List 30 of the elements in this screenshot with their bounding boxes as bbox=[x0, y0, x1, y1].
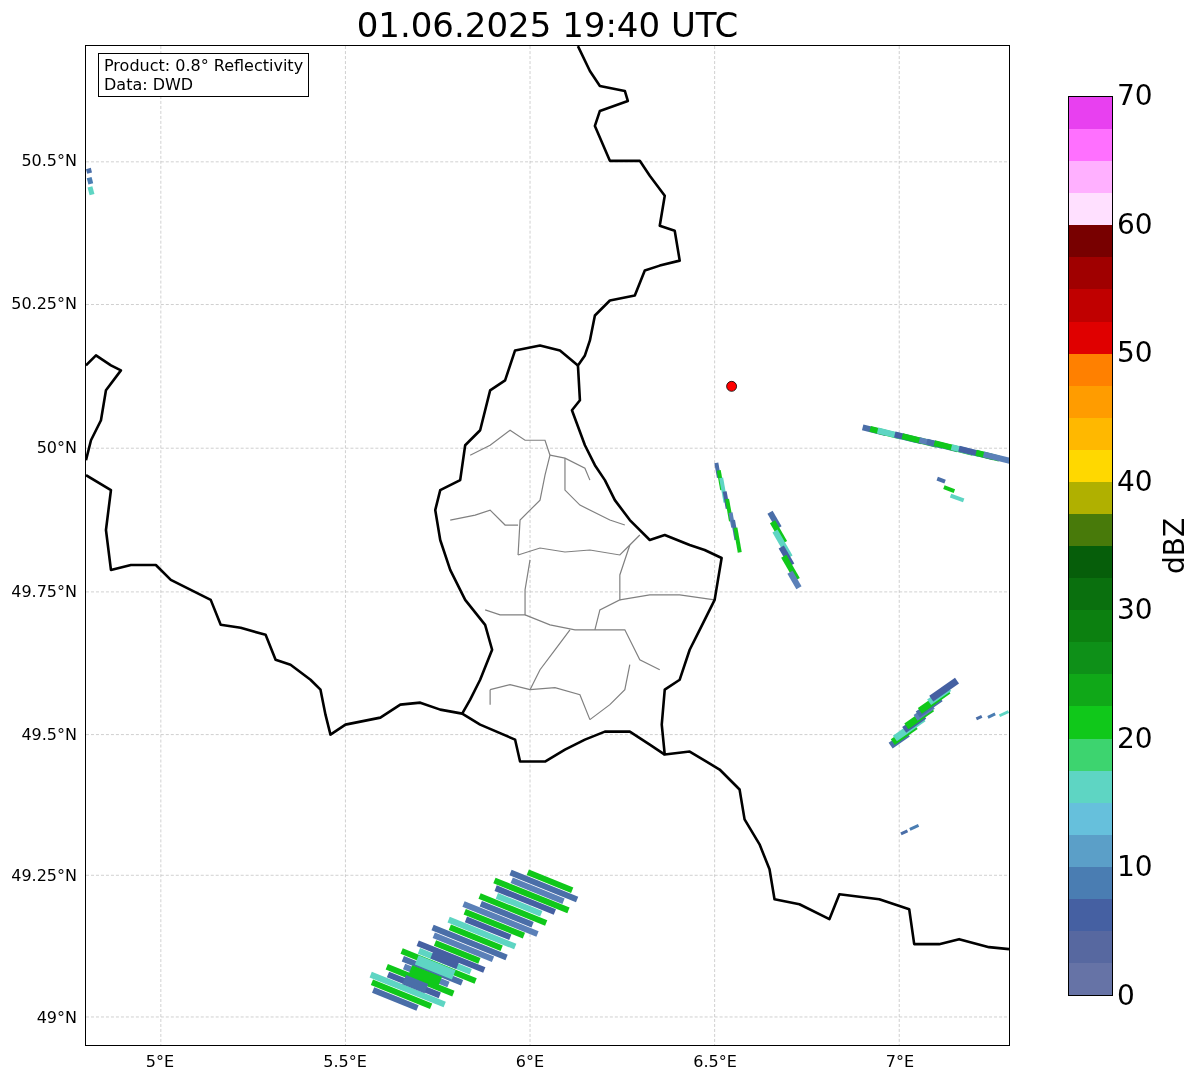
latitude-label: 49.5°N bbox=[21, 726, 77, 744]
longitude-label: 7°E bbox=[885, 1053, 915, 1071]
radar-echo bbox=[975, 710, 1010, 721]
longitude-label: 5°E bbox=[145, 1053, 175, 1071]
scale-tick-label: 60 bbox=[1117, 208, 1153, 241]
scale-tick-label: 30 bbox=[1117, 594, 1153, 627]
longitude-label: 6°E bbox=[515, 1053, 545, 1071]
latitude-label: 49.75°N bbox=[11, 583, 77, 601]
scale-tick-label: 50 bbox=[1117, 337, 1153, 370]
latitude-label: 50°N bbox=[36, 439, 77, 457]
scale-tick-label: 70 bbox=[1117, 80, 1153, 112]
axis-label: dBZ bbox=[1157, 517, 1192, 575]
radar-echo bbox=[85, 167, 95, 196]
radar-echo bbox=[888, 677, 959, 749]
info-text: Data: DWD bbox=[104, 75, 195, 94]
longitude-label: 5.5°E bbox=[323, 1053, 367, 1071]
chart-title: 01.06.2025 19:40 UTC bbox=[356, 5, 739, 45]
radar-echo bbox=[936, 476, 965, 503]
latitude-label: 50.5°N bbox=[21, 152, 77, 170]
longitude-label: 6.5°E bbox=[693, 1053, 737, 1071]
scale-tick-label: 20 bbox=[1117, 722, 1153, 755]
scale-tick-label: 0 bbox=[1117, 980, 1135, 1012]
latitude-label: 49.25°N bbox=[11, 867, 77, 885]
latitude-label: 49°N bbox=[36, 1009, 77, 1027]
scale-tick-label: 40 bbox=[1117, 465, 1153, 498]
location-marker bbox=[726, 380, 737, 392]
scale-tick-label: 10 bbox=[1117, 851, 1153, 884]
info-text: Product: 0.8° Reflectivity bbox=[104, 56, 304, 75]
latitude-label: 50.25°N bbox=[11, 295, 77, 313]
radar-echo bbox=[900, 824, 920, 836]
